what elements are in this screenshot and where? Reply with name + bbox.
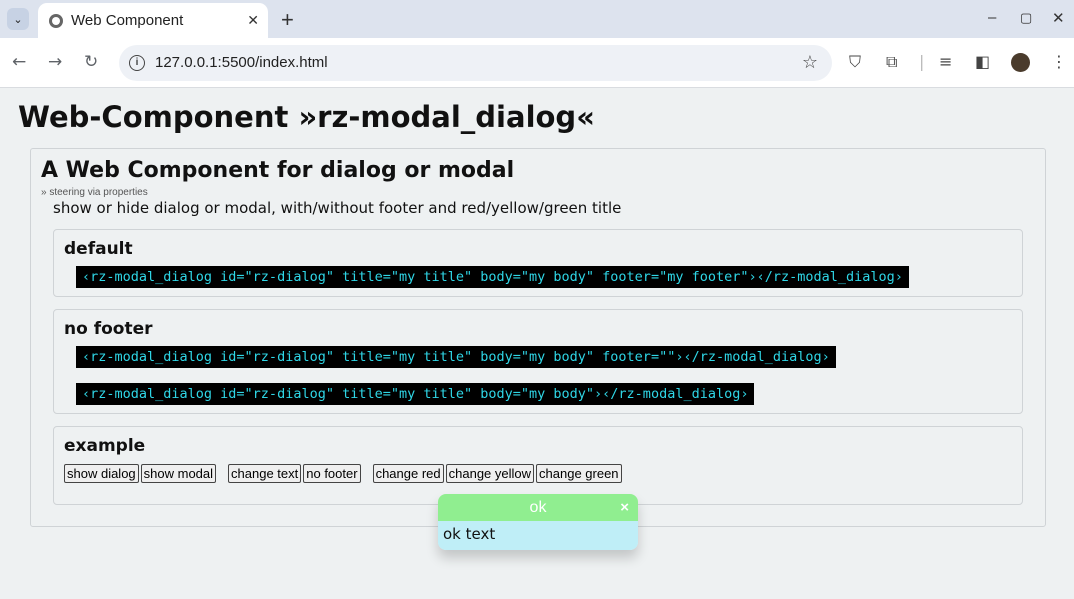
forward-icon[interactable]: → bbox=[48, 52, 62, 72]
code-snippet: ‹rz-modal_dialog id="rz-dialog" title="m… bbox=[76, 266, 909, 288]
dialog-title: ok bbox=[529, 499, 547, 516]
no-footer-button[interactable]: no footer bbox=[303, 464, 361, 483]
tab-bar: ⌄ Web Component ✕ + – ▢ ✕ bbox=[0, 0, 1074, 38]
menu-icon[interactable]: ⋮ bbox=[1051, 52, 1067, 71]
change-red-button[interactable]: change red bbox=[372, 464, 444, 483]
page-title: Web-Component »rz-modal_dialog« bbox=[18, 100, 595, 134]
show-modal-button[interactable]: show modal bbox=[140, 464, 217, 483]
maximize-button[interactable]: ▢ bbox=[1020, 10, 1032, 26]
url-text[interactable]: 127.0.0.1:5500/index.html bbox=[155, 54, 328, 71]
sidepanel-icon[interactable]: ◧ bbox=[975, 52, 990, 71]
star-icon[interactable]: ☆ bbox=[802, 52, 818, 73]
info-icon[interactable]: i bbox=[129, 55, 145, 71]
section-heading: example bbox=[64, 436, 146, 456]
example-buttons: show dialog show modal change text no fo… bbox=[64, 464, 624, 483]
extensions-icon[interactable]: ⧉ bbox=[886, 52, 897, 72]
reload-icon[interactable]: ↻ bbox=[84, 52, 98, 72]
section-no-footer: no footer ‹rz-modal_dialog id="rz-dialog… bbox=[53, 309, 1023, 414]
card-title: A Web Component for dialog or modal bbox=[41, 158, 515, 183]
code-snippet: ‹rz-modal_dialog id="rz-dialog" title="m… bbox=[76, 346, 836, 368]
code-snippet: ‹rz-modal_dialog id="rz-dialog" title="m… bbox=[76, 383, 755, 405]
section-default: default ‹rz-modal_dialog id="rz-dialog" … bbox=[53, 229, 1023, 297]
tab-list-icon[interactable]: ⌄ bbox=[7, 8, 29, 30]
dialog-title-bar: ok × bbox=[438, 494, 638, 521]
close-window-button[interactable]: ✕ bbox=[1052, 9, 1065, 27]
profile-icon[interactable] bbox=[1011, 53, 1030, 72]
section-heading: no footer bbox=[64, 319, 153, 339]
tab-web-component[interactable]: Web Component ✕ bbox=[38, 3, 268, 38]
new-tab-button[interactable]: + bbox=[281, 7, 294, 33]
dialog-close-icon[interactable]: × bbox=[620, 494, 629, 521]
section-heading: default bbox=[64, 239, 133, 259]
tab-close-icon[interactable]: ✕ bbox=[247, 13, 259, 29]
component-card: A Web Component for dialog or modal » st… bbox=[30, 148, 1046, 527]
modal-dialog: ok × ok text bbox=[438, 494, 638, 550]
subnote: » steering via properties bbox=[41, 187, 148, 198]
media-icon[interactable]: ≡ bbox=[939, 52, 952, 71]
back-icon[interactable]: ← bbox=[12, 52, 26, 72]
intro-text: show or hide dialog or modal, with/witho… bbox=[53, 199, 622, 217]
address-bar: ← → ↻ i 127.0.0.1:5500/index.html ☆ ⛉ ⧉ … bbox=[0, 38, 1074, 88]
shield-icon[interactable]: ⛉ bbox=[849, 52, 861, 72]
change-text-button[interactable]: change text bbox=[228, 464, 302, 483]
toolbar-divider: | bbox=[919, 52, 925, 71]
dialog-body: ok text bbox=[438, 521, 638, 550]
globe-icon bbox=[49, 13, 63, 28]
tab-title: Web Component bbox=[71, 12, 184, 29]
change-green-button[interactable]: change green bbox=[536, 464, 622, 483]
show-dialog-button[interactable]: show dialog bbox=[64, 464, 139, 483]
omnibox[interactable]: i 127.0.0.1:5500/index.html ☆ bbox=[119, 45, 832, 81]
minimize-button[interactable]: – bbox=[988, 9, 996, 26]
change-yellow-button[interactable]: change yellow bbox=[445, 464, 535, 483]
